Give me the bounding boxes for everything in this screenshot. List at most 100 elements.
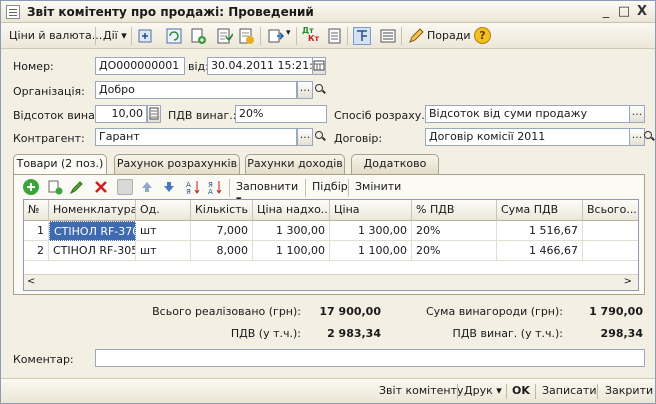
goods-table[interactable]: № Номенклатура Од. Кількість Ціна надхо.… [23, 199, 639, 291]
tab-settlement-account[interactable]: Рахунок розрахунків [114, 154, 240, 174]
contract-label: Договір: [334, 132, 383, 145]
contract-open-icon[interactable] [642, 128, 654, 146]
tab-income-accounts[interactable]: Рахунки доходів [245, 154, 345, 174]
purchase-price-cell[interactable]: 1 100,00 [253, 241, 330, 261]
based-on-icon[interactable] [267, 27, 285, 45]
actions-menu-button[interactable]: Дії ▾ [103, 29, 127, 42]
svg-text:А: А [208, 188, 213, 195]
title-bar: Звіт комітенту про продажі: Проведений _… [1, 1, 655, 23]
number-field[interactable]: ДО000000001 [95, 57, 185, 75]
purchase-price-cell[interactable]: 1 300,00 [253, 221, 330, 241]
vat-included-label: ПДВ (у т.ч.): [230, 327, 301, 340]
column-header[interactable]: Всього... [583, 200, 638, 221]
scroll-left-icon[interactable]: < [27, 276, 35, 287]
save-button[interactable]: Записати [542, 384, 596, 397]
vat-rate-cell[interactable]: 20% [412, 241, 497, 261]
post-close-icon[interactable] [137, 27, 155, 45]
ok-button[interactable]: OK [512, 384, 530, 397]
grid-toolbar-separator [305, 179, 306, 197]
copy-document-icon[interactable] [189, 27, 207, 45]
sort-asc-icon[interactable]: АЯ [185, 179, 201, 196]
minimize-button[interactable]: _ [597, 3, 615, 21]
quantity-cell[interactable]: 8,000 [191, 241, 253, 261]
toolbar-separator [260, 27, 261, 45]
toolbar: Ціни й валюта... Дії ▾ ▾ Дт Кт Поради ? [1, 23, 655, 49]
vat-rate-cell[interactable]: 20% [412, 221, 497, 241]
tab-goods[interactable]: Товари (2 поз.) [13, 154, 107, 175]
organization-field[interactable]: Добро [95, 81, 297, 99]
journal-icon[interactable] [325, 27, 343, 45]
column-header[interactable]: Номенклатура [49, 200, 136, 221]
svg-text:Я: Я [186, 188, 191, 195]
calc-method-field[interactable]: Відсоток від суми продажу [425, 105, 630, 123]
maximize-button[interactable]: □ [615, 3, 633, 21]
organization-select-button[interactable]: ... [297, 81, 313, 99]
dt-kt-icon[interactable]: Дт Кт [302, 27, 320, 45]
print-menu-button[interactable]: Друк ▾ [464, 384, 502, 397]
add-row-icon[interactable] [23, 179, 39, 195]
column-header[interactable]: Ціна надхо... [253, 200, 330, 221]
change-button[interactable]: Змінити [355, 180, 401, 193]
table-row[interactable]: 2 СТІНОЛ RF-305 шт 8,000 1 100,00 1 100,… [24, 241, 638, 261]
bottom-separator [597, 384, 598, 399]
move-down-icon[interactable] [161, 179, 177, 195]
delete-row-icon[interactable] [93, 179, 109, 195]
vat-reward-field[interactable]: 20% [235, 105, 327, 123]
contractor-select-button[interactable]: ... [297, 128, 313, 146]
total-cell[interactable] [583, 221, 638, 241]
calculator-icon[interactable] [147, 105, 161, 123]
date-field[interactable]: 30.04.2011 15:21:06 [207, 57, 313, 75]
column-header[interactable]: Од. [136, 200, 191, 221]
total-cell[interactable] [583, 241, 638, 261]
column-header[interactable]: Кількість [191, 200, 253, 221]
prices-currency-button[interactable]: Ціни й валюта... [9, 29, 102, 42]
table-row[interactable]: 1 СТІНОЛ RF-370 шт 7,000 1 300,00 1 300,… [24, 221, 638, 241]
nomenclature-cell[interactable]: СТІНОЛ RF-305 [49, 241, 136, 261]
calc-method-select-button[interactable]: ... [629, 105, 645, 123]
edit-row-icon[interactable] [69, 179, 85, 195]
column-header[interactable]: № [24, 200, 49, 221]
reward-sum-value: 1 790,00 [589, 305, 643, 318]
contractor-open-icon[interactable] [313, 128, 327, 146]
post-document-icon[interactable] [215, 27, 234, 45]
copy-row-icon[interactable] [47, 179, 63, 195]
report-button[interactable]: Звіт комітенту [379, 384, 464, 397]
close-button[interactable]: Закрити [605, 384, 653, 397]
tips-button[interactable]: Поради [427, 29, 470, 42]
unit-cell[interactable]: шт [136, 241, 191, 261]
toolbar-separator [131, 27, 132, 45]
vat-sum-cell[interactable]: 1 466,67 [497, 241, 583, 261]
percent-field[interactable]: 10,00 [95, 105, 147, 123]
tab-additional[interactable]: Додатково [351, 154, 439, 174]
sort-desc-icon[interactable]: ЯА [207, 179, 223, 196]
quantity-cell[interactable]: 7,000 [191, 221, 253, 241]
post-menu-chevron-icon[interactable]: ▾ [286, 28, 291, 38]
help-icon[interactable]: ? [474, 27, 491, 44]
unpost-document-icon[interactable] [237, 27, 255, 45]
column-header[interactable]: % ПДВ [412, 200, 497, 221]
refresh-icon[interactable] [165, 27, 183, 45]
close-window-button[interactable]: X [633, 3, 651, 21]
contractor-field[interactable]: Гарант [95, 128, 297, 146]
reward-sum-label: Сума винагороди (грн): [425, 305, 563, 318]
scroll-right-icon[interactable]: > [624, 276, 632, 287]
chevron-down-icon: ▾ [496, 384, 502, 397]
vat-sum-cell[interactable]: 1 516,67 [497, 221, 583, 241]
organization-open-icon[interactable] [313, 81, 327, 99]
horizontal-scrollbar[interactable]: < > [24, 274, 638, 290]
select-button[interactable]: Підбір [312, 180, 348, 193]
column-header[interactable]: Сума ПДВ [497, 200, 583, 221]
structure-icon[interactable] [353, 27, 371, 45]
list-settings-icon[interactable] [379, 27, 397, 45]
move-up-icon[interactable] [139, 179, 155, 195]
price-cell[interactable]: 1 100,00 [330, 241, 412, 261]
unit-cell[interactable]: шт [136, 221, 191, 241]
contractor-label: Контрагент: [13, 132, 85, 145]
toolbar-separator [347, 27, 348, 45]
contract-field[interactable]: Договір комісії 2011 [425, 128, 630, 146]
calendar-icon[interactable] [312, 57, 326, 75]
comment-field[interactable] [95, 349, 645, 367]
column-header[interactable]: Ціна [330, 200, 412, 221]
nomenclature-cell[interactable]: СТІНОЛ RF-370 [49, 221, 136, 241]
price-cell[interactable]: 1 300,00 [330, 221, 412, 241]
